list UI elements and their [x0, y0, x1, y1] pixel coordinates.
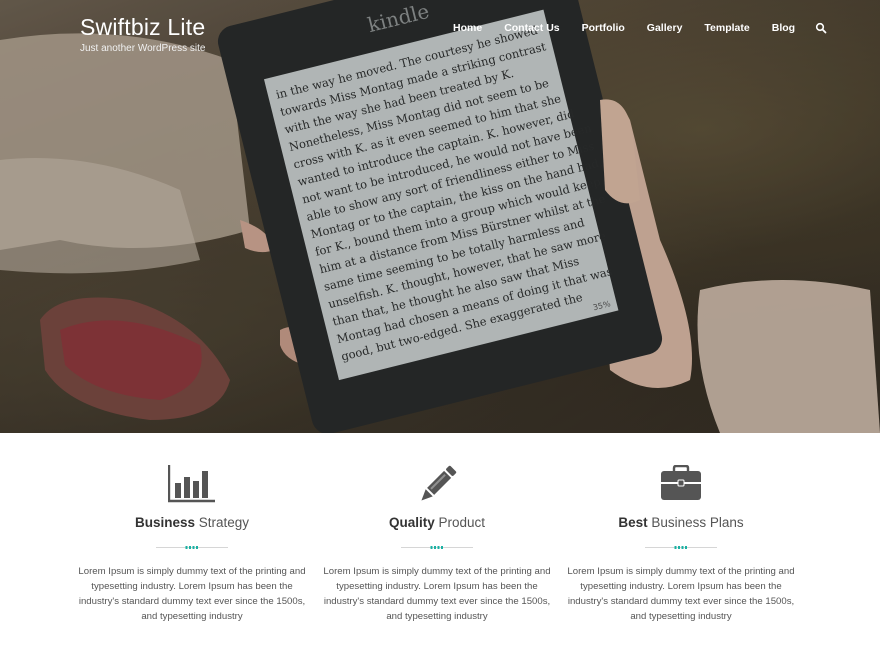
- feature-divider: [645, 546, 717, 549]
- site-branding[interactable]: Swiftbiz Lite Just another WordPress sit…: [80, 14, 205, 54]
- site-tagline: Just another WordPress site: [80, 43, 206, 54]
- hero-banner: kindle in the way he moved. The courtesy…: [0, 0, 880, 433]
- feature-title: Best Business Plans: [618, 515, 744, 530]
- feature-title: Business Strategy: [134, 515, 250, 530]
- nav-gallery[interactable]: Gallery: [647, 22, 683, 34]
- nav-template[interactable]: Template: [704, 22, 749, 34]
- hero-overlay: [0, 0, 880, 433]
- pencil-icon: [421, 465, 457, 501]
- feature-divider: [156, 546, 228, 549]
- feature-description: Lorem Ipsum is simply dummy text of the …: [567, 566, 795, 622]
- nav-blog[interactable]: Blog: [772, 22, 795, 34]
- features-section: Business Strategy Lorem Ipsum is simply …: [0, 433, 880, 660]
- feature-description: Lorem Ipsum is simply dummy text of the …: [323, 566, 551, 622]
- nav-portfolio[interactable]: Portfolio: [582, 22, 625, 34]
- bar-chart-icon: [168, 465, 215, 503]
- feature-divider: [401, 546, 473, 549]
- nav-contact-us[interactable]: Contact Us: [504, 22, 559, 34]
- briefcase-icon: [661, 465, 701, 500]
- nav-home[interactable]: Home: [453, 22, 482, 34]
- main-navigation: Home Contact Us Portfolio Gallery Templa…: [453, 22, 827, 34]
- site-title[interactable]: Swiftbiz Lite: [80, 14, 205, 41]
- feature-title: Quality Product: [388, 515, 486, 530]
- search-icon[interactable]: [815, 22, 827, 34]
- feature-description: Lorem Ipsum is simply dummy text of the …: [78, 566, 306, 622]
